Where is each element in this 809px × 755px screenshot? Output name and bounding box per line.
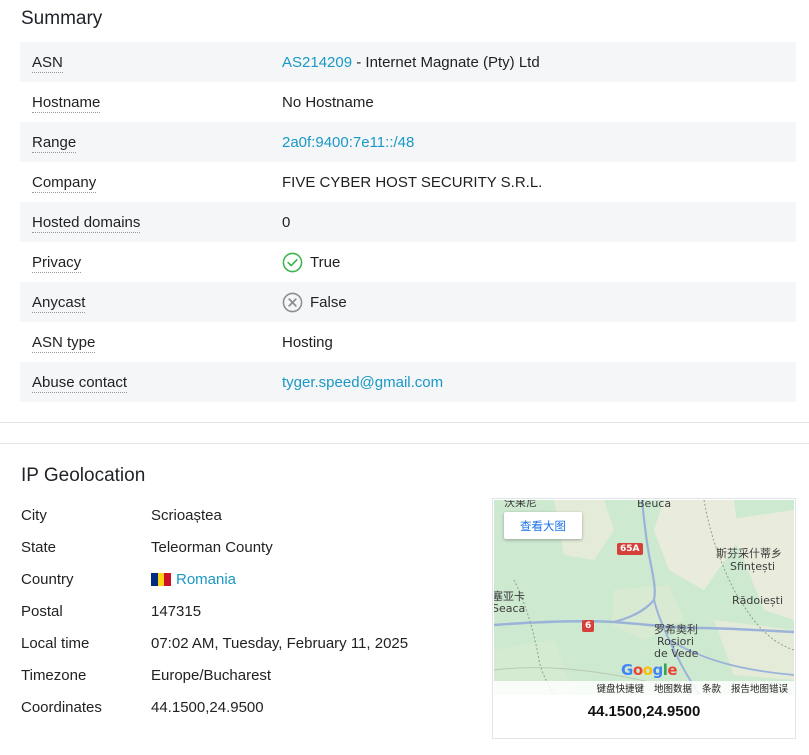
map-label-seaca: Seaca <box>494 602 526 615</box>
road-badge-6: 6 <box>582 620 595 632</box>
geolocation-table: City Scrioaștea State Teleorman County C… <box>21 499 481 723</box>
check-circle-icon <box>282 252 303 272</box>
hostname-label: Hostname <box>32 93 101 113</box>
summary-row-asn: ASN AS214209 - Internet Magnate (Pty) Lt… <box>20 42 796 82</box>
geolocation-title: IP Geolocation <box>21 465 146 486</box>
state-label: State <box>21 538 57 556</box>
asn-type-value: Hosting <box>282 333 333 351</box>
geo-row-country: Country Romania <box>21 563 481 595</box>
asn-type-label: ASN type <box>32 333 96 353</box>
view-larger-map-button[interactable]: 查看大图 <box>504 512 582 539</box>
city-label: City <box>21 506 47 524</box>
timezone-value: Europe/Bucharest <box>151 666 272 684</box>
state-value: Teleorman County <box>151 538 273 556</box>
privacy-value: True <box>310 253 341 271</box>
anycast-value: False <box>310 293 347 311</box>
summary-row-range: Range 2a0f:9400:7e11::/48 <box>20 122 796 162</box>
hostname-value: No Hostname <box>282 93 374 111</box>
map-view[interactable]: 查看大图 沃果尼 Beuca 斯芬采什蒂乡 Sfințești Rădoieșt… <box>494 500 794 695</box>
geo-row-postal: Postal 147315 <box>21 595 481 627</box>
local-time-value: 07:02 AM, Tuesday, February 11, 2025 <box>151 634 409 652</box>
summary-table: ASN AS214209 - Internet Magnate (Pty) Lt… <box>20 42 796 402</box>
timezone-label: Timezone <box>21 666 87 684</box>
summary-title: Summary <box>21 8 103 29</box>
summary-row-company: Company FIVE CYBER HOST SECURITY S.R.L. <box>20 162 796 202</box>
section-divider-bottom <box>0 443 809 444</box>
map-card: 查看大图 沃果尼 Beuca 斯芬采什蒂乡 Sfințești Rădoieșt… <box>492 498 796 739</box>
map-label-sfintesti-cn: 斯芬采什蒂乡 <box>716 547 782 560</box>
company-value: FIVE CYBER HOST SECURITY S.R.L. <box>282 173 543 191</box>
section-divider-top <box>0 422 809 423</box>
map-label-top-left: 沃果尼 <box>504 500 537 509</box>
asn-org: - Internet Magnate (Pty) Ltd <box>352 53 540 71</box>
local-time-label: Local time <box>21 634 90 652</box>
report-map-error-link[interactable]: 报告地图错误 <box>731 681 788 695</box>
anycast-label: Anycast <box>32 293 86 313</box>
map-label-de-vede: de Vede <box>654 647 699 660</box>
summary-row-abuse-contact: Abuse contact tyger.speed@gmail.com <box>20 362 796 402</box>
map-coordinates: 44.1500,24.9500 <box>587 703 701 720</box>
geo-row-city: City Scrioaștea <box>21 499 481 531</box>
abuse-contact-link[interactable]: tyger.speed@gmail.com <box>282 374 443 391</box>
terms-link[interactable]: 条款 <box>702 681 721 695</box>
x-circle-icon <box>282 292 303 312</box>
geo-row-local-time: Local time 07:02 AM, Tuesday, February 1… <box>21 627 481 659</box>
country-label: Country <box>21 570 74 588</box>
romania-flag-icon <box>151 572 172 586</box>
summary-row-hosted-domains: Hosted domains 0 <box>20 202 796 242</box>
hosted-domains-value: 0 <box>282 213 291 231</box>
range-link[interactable]: 2a0f:9400:7e11::/48 <box>282 134 414 151</box>
postal-value: 147315 <box>151 602 202 620</box>
map-label-radoiesti: Rădoiești <box>732 594 784 607</box>
map-label-sfintesti: Sfințești <box>730 560 776 573</box>
geo-row-state: State Teleorman County <box>21 531 481 563</box>
geo-row-timezone: Timezone Europe/Bucharest <box>21 659 481 691</box>
coordinates-label: Coordinates <box>21 698 102 716</box>
summary-row-asn-type: ASN type Hosting <box>20 322 796 362</box>
abuse-contact-label: Abuse contact <box>32 373 128 393</box>
city-value: Scrioaștea <box>151 506 222 524</box>
asn-label: ASN <box>32 53 63 73</box>
range-label: Range <box>32 133 77 153</box>
geo-row-coordinates: Coordinates 44.1500,24.9500 <box>21 691 481 723</box>
summary-row-privacy: Privacy True <box>20 242 796 282</box>
postal-label: Postal <box>21 602 63 620</box>
asn-link[interactable]: AS214209 <box>282 54 352 71</box>
hosted-domains-label: Hosted domains <box>32 213 141 233</box>
company-label: Company <box>32 173 97 193</box>
map-label-beuca: Beuca <box>637 500 672 510</box>
keyboard-shortcuts-link[interactable]: 键盘快捷键 <box>596 681 644 695</box>
google-logo: Google <box>621 661 678 679</box>
summary-row-anycast: Anycast False <box>20 282 796 322</box>
map-data-link[interactable]: 地图数据 <box>654 681 692 695</box>
road-badge-65a: 65A <box>617 543 643 555</box>
country-link[interactable]: Romania <box>176 571 236 588</box>
map-footer: 键盘快捷键 地图数据 条款 报告地图错误 <box>494 681 794 695</box>
summary-row-hostname: Hostname No Hostname <box>20 82 796 122</box>
coordinates-value: 44.1500,24.9500 <box>151 698 264 716</box>
privacy-label: Privacy <box>32 253 82 273</box>
